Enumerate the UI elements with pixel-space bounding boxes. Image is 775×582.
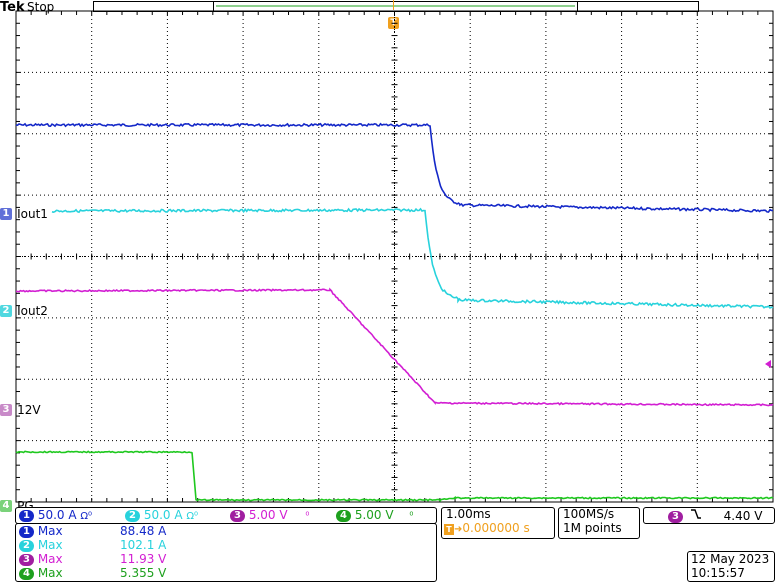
ch4-scale: 5.00 V [354, 508, 394, 522]
ch2-waveform-iout2 [51, 207, 774, 310]
time: 10:15:57 [691, 566, 745, 580]
ch3-marker[interactable]: 3 12V [0, 399, 41, 418]
meas1-type: Max [37, 524, 63, 538]
time-per-div: 1.00ms [446, 507, 491, 521]
ch3-coupling: ⁰ [305, 511, 310, 522]
ch4-marker-badge: 4 [0, 499, 12, 512]
trigger-position-icon: T [444, 524, 454, 535]
meas1-badge: 1 [19, 525, 34, 538]
meas3-type: Max [37, 552, 63, 566]
meas1-value: 88.48 A [120, 524, 167, 538]
ch2-marker-badge: 2 [0, 304, 12, 317]
meas4-badge: 4 [19, 567, 34, 580]
record-length: 1M points [563, 521, 622, 535]
ch3-marker-label: 12V [17, 403, 41, 417]
sample-rate: 100MS/s [563, 507, 615, 521]
ch1-marker[interactable]: 1 Iout1 [0, 203, 48, 222]
ch2-coupling: Ω⁰ [186, 511, 199, 522]
trigger-level-arrow-icon[interactable] [765, 360, 771, 368]
ch3-scale: 5.00 V [248, 508, 288, 522]
measurement-row-2[interactable]: 2 Max [19, 538, 63, 552]
ch4-coupling: ⁰ [409, 511, 414, 522]
meas4-value: 5.355 V [120, 566, 167, 580]
meas2-badge: 2 [19, 539, 34, 552]
measurements-panel[interactable] [15, 523, 437, 582]
trigger-source-badge: 3 [668, 510, 683, 523]
meas4-type: Max [37, 566, 63, 580]
ch1-setting-badge: 1 [19, 509, 34, 522]
ch3-setting-badge: 3 [230, 509, 245, 522]
ch1-marker-label: Iout1 [17, 207, 48, 221]
meas3-value: 11.93 V [120, 552, 167, 566]
ch1-marker-badge: 1 [0, 207, 12, 220]
ch1-scale: 50.0 A [37, 508, 77, 522]
measurement-row-1[interactable]: 1 Max [19, 524, 63, 538]
ch2-setting-badge: 2 [125, 509, 140, 522]
meas2-type: Max [37, 538, 63, 552]
meas3-badge: 3 [19, 553, 34, 566]
ch1-coupling: Ω⁰ [80, 511, 93, 522]
trigger-position[interactable]: T ➜0.000000 s [444, 521, 530, 535]
oscilloscope-screen: Tek Stop T 1 Iout1 2 Iout2 3 12V 4 PG 1 … [0, 0, 775, 582]
date: 12 May 2023 [691, 552, 770, 566]
trigger-position-value: 0.000000 s [462, 521, 530, 535]
ch2-marker[interactable]: 2 Iout2 [0, 300, 48, 319]
ch4-setting-badge: 4 [336, 509, 351, 522]
ch3-setting[interactable]: 3 5.00 V ⁰ [230, 508, 309, 522]
trigger-setting[interactable]: 3 4.40 V [668, 508, 762, 523]
falling-edge-icon [690, 508, 706, 523]
waveforms [15, 122, 774, 503]
ch2-setting[interactable]: 2 50.0 A Ω⁰ [125, 508, 198, 522]
ch3-marker-badge: 3 [0, 403, 12, 416]
measurement-row-4[interactable]: 4 Max [19, 566, 63, 580]
ch4-setting[interactable]: 4 5.00 V ⁰ [336, 508, 413, 522]
ch2-scale: 50.0 A [143, 508, 183, 522]
ch1-setting[interactable]: 1 50.0 A Ω⁰ [19, 508, 92, 522]
meas2-value: 102.1 A [120, 538, 167, 552]
graticule [15, 10, 774, 503]
waveform-display[interactable] [0, 0, 775, 505]
ch2-marker-label: Iout2 [17, 304, 48, 318]
trigger-level: 4.40 V [723, 509, 763, 523]
measurement-row-3[interactable]: 3 Max [19, 552, 63, 566]
